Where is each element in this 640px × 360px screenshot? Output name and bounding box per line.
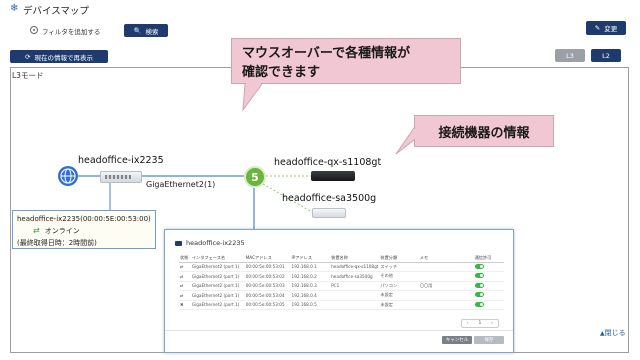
cell-memo [418,271,474,282]
cancel-button[interactable]: キャンセル [442,336,472,344]
connected-devices-panel: headoffice-ix2235 状態 インタフェース名 MACアドレス IP… [164,229,514,353]
cell-iface: GigaEthernet2 (port 1) [190,262,245,272]
callout-tail-2 [395,126,415,155]
status-error-icon: ✖ [179,300,191,310]
col-header: 装置分類 [379,254,419,263]
cell-iface: GigaEthernet2 (port 1) [190,290,245,301]
page-1-button[interactable]: 1 [479,321,482,326]
table-header-row: 状態 インタフェース名 MACアドレス IPアドレス 装置名称 装置分類 メモ … [179,254,504,263]
cell-category: その他 [379,271,419,282]
cell-iface: GigaEthernet2 (port 1) [190,300,245,310]
col-header: 装置名称 [330,254,380,263]
save-button[interactable]: 保存 [474,336,504,344]
status-icon: ⇄ [179,290,191,301]
panel-title-text: headoffice-ix2235 [186,239,245,247]
allow-toggle[interactable] [474,292,484,298]
cell-iface: GigaEthernet2 (port 1) [190,271,245,282]
cell-ip: 192.168.0.5 [290,300,331,310]
allow-toggle[interactable] [474,263,484,269]
table-row[interactable]: ⇄ GigaEthernet2 (port 1) 00:00:5e:00:53:… [179,281,504,291]
pagination: ‹ 1 › [461,319,499,328]
cell-mac: 00:00:5e:00:53:03 [244,281,291,291]
col-header: インタフェース名 [190,254,245,263]
panel-divider [165,330,513,331]
cell-device: headoffice-sa3500g [330,271,380,282]
allow-toggle[interactable] [474,282,484,288]
cell-ip: 192.168.0.2 [290,271,331,282]
table-row[interactable]: ⇄ GigaEthernet2 (port 1) 00:00:5e:00:53:… [179,290,504,301]
status-icon: ⇄ [179,271,191,282]
cell-device: headoffice-qx-s1108gt [330,262,380,272]
cell-memo [418,300,474,310]
callout-tail-1 [242,83,263,112]
cell-device: PC1 [330,281,380,291]
close-link-label: 閉じる [604,329,626,337]
cell-device [330,300,380,310]
table-row[interactable]: ⇄ GigaEthernet2 (port 1) 00:00:5e:00:53:… [179,262,504,272]
cell-ip: 192.168.0.3 [290,281,331,291]
status-icon: ⇄ [179,281,191,291]
cell-device [330,290,380,301]
table-row[interactable]: ✖ GigaEthernet2 (port 1) 00:00:5e:00:53:… [179,300,504,310]
col-header: 状態 [179,254,191,263]
cell-ip: 192.168.0.4 [290,290,331,301]
col-header: メモ [418,254,474,263]
col-header: 通信許可 [473,254,504,263]
cell-mac: 00:00:5e:00:53:01 [244,262,291,272]
cell-category: 未設定 [379,290,419,301]
cell-memo [418,290,474,301]
next-page-button[interactable]: › [491,321,493,326]
cell-category: スイッチ [379,262,419,272]
cell-ip: 192.168.0.1 [290,262,331,272]
cell-memo: 〇〇用 [418,281,474,291]
cell-category: パソコン [379,281,419,291]
status-icon: ⇄ [179,262,191,272]
cell-mac: 00:00:5e:00:53:02 [244,271,291,282]
table-row[interactable]: ⇄ GigaEthernet2 (port 1) 00:00:5e:00:53:… [179,271,504,282]
close-link[interactable]: ▲閉じる [600,328,626,338]
panel-title: headoffice-ix2235 [175,239,245,247]
cell-mac: 00:00:5e:00:53:04 [244,290,291,301]
cell-memo [418,262,474,272]
allow-toggle[interactable] [474,273,484,279]
col-header: IPアドレス [290,254,331,263]
connected-devices-table: 状態 インタフェース名 MACアドレス IPアドレス 装置名称 装置分類 メモ … [179,254,504,310]
cell-iface: GigaEthernet2 (port 1) [190,281,245,291]
cell-mac: 00:00:5e:00:53:05 [244,300,291,310]
prev-page-button[interactable]: ‹ [467,321,469,326]
allow-toggle[interactable] [474,301,484,307]
col-header: MACアドレス [244,254,291,263]
device-icon [175,240,182,246]
cell-category: 未設定 [379,300,419,310]
